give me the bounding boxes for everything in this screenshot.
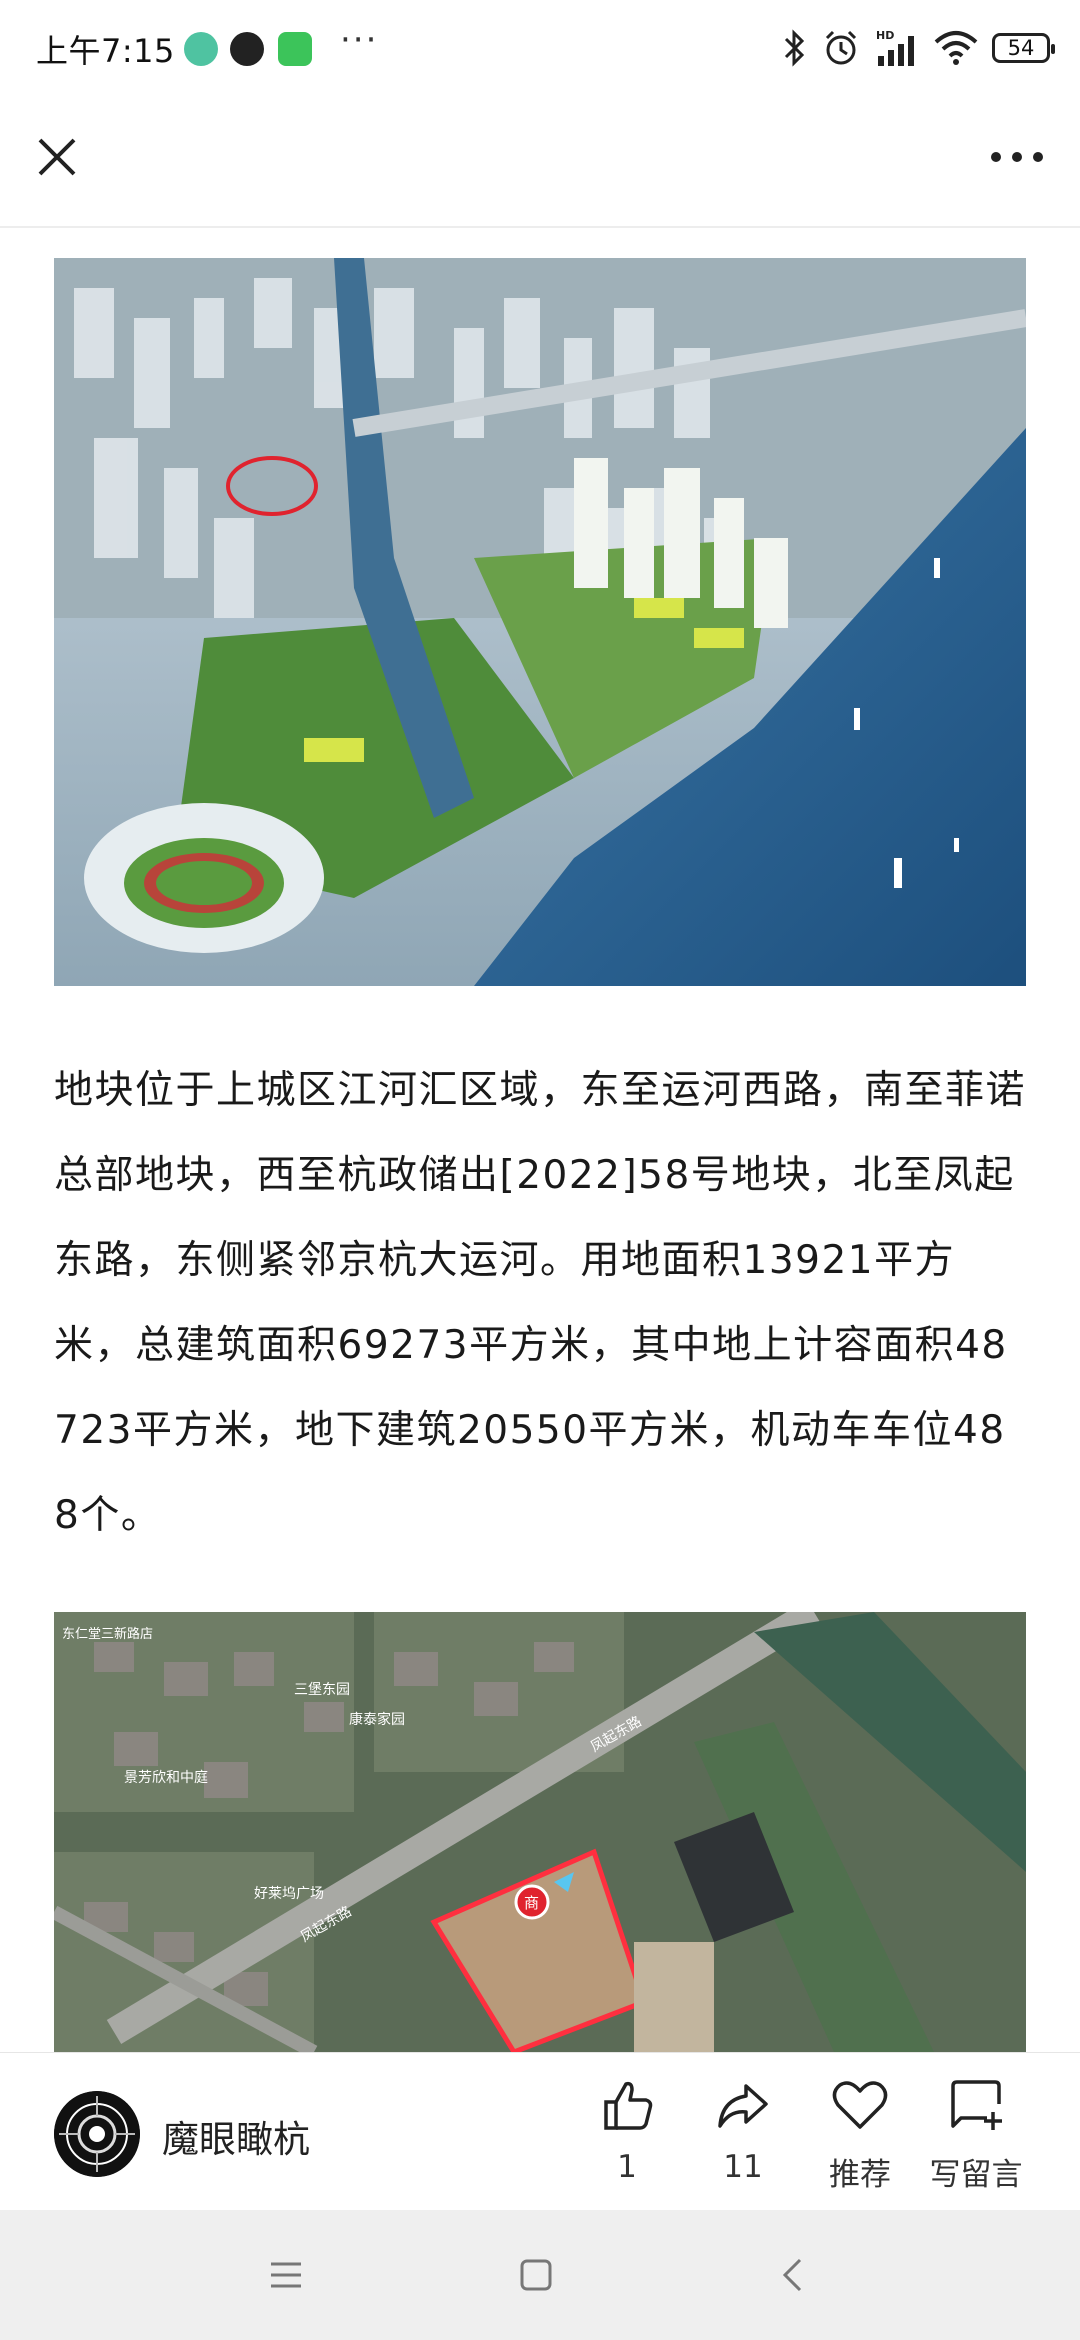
avatar-graphic (54, 2091, 140, 2177)
satellite-map-image[interactable]: 东仁堂三新路店 三堡东园 康泰家园 景芳欣和中庭 好莱坞广场 凤起东路 凤起东路… (54, 1612, 1026, 2052)
alarm-icon (825, 30, 857, 65)
status-more-indicator: ··· (340, 20, 379, 60)
share-count: 11 (723, 2149, 763, 2185)
aerial-rendering-graphic (54, 258, 1026, 986)
like-button[interactable]: 1 (572, 2075, 682, 2185)
map-label-poi2: 三堡东园 (294, 1681, 350, 1697)
battery-level: 54 (1007, 36, 1035, 60)
map-pin-label: 商 (524, 1895, 539, 1912)
svg-text:HD: HD (876, 29, 894, 42)
like-count: 1 (617, 2149, 637, 2185)
status-icons-right: HD 54 (782, 26, 1055, 70)
app-notification-icon (184, 32, 218, 66)
satellite-map-graphic: 东仁堂三新路店 三堡东园 康泰家园 景芳欣和中庭 好莱坞广场 凤起东路 凤起东路… (54, 1612, 1026, 2052)
recommend-label: 推荐 (829, 2157, 891, 2193)
home-square-icon (520, 2259, 552, 2291)
back-chevron-icon (782, 2258, 802, 2292)
share-forward-icon (718, 2084, 768, 2128)
recommend-button[interactable]: 推荐 (805, 2075, 915, 2194)
thumbs-up-icon (604, 2081, 653, 2130)
article-paragraph: 地块位于上城区江河汇区域，东至运河西路，南至菲诺总部地块，西至杭政储出[2022… (54, 1068, 1027, 1538)
back-button[interactable] (762, 2250, 822, 2300)
close-icon (38, 138, 76, 176)
heart-icon (832, 2081, 888, 2129)
write-comment-button[interactable]: 写留言 (921, 2075, 1031, 2194)
home-button[interactable] (506, 2250, 566, 2300)
system-navigation-bar (0, 2210, 1080, 2340)
aerial-rendering-image[interactable] (54, 258, 1026, 986)
commercial-pin-icon: 商 (514, 1884, 550, 1920)
more-horizontal-icon (991, 152, 1043, 162)
green-app-icon (278, 32, 312, 66)
top-nav-bar (0, 96, 1080, 228)
hd-signal-icon: HD (876, 29, 914, 66)
close-button[interactable] (28, 128, 86, 186)
author-avatar[interactable] (54, 2091, 140, 2177)
more-options-button[interactable] (982, 128, 1052, 186)
status-time: 上午7:15 (36, 32, 175, 70)
wifi-icon (934, 31, 978, 65)
write-comment-label: 写留言 (929, 2157, 1023, 2193)
menu-button[interactable] (256, 2250, 316, 2300)
status-bar: 上午7:15 ··· HD 54 (0, 0, 1080, 96)
comment-add-icon (951, 2080, 1002, 2130)
map-label-poi4: 景芳欣和中庭 (124, 1769, 208, 1785)
dark-app-icon (230, 32, 264, 66)
author-name[interactable]: 魔眼瞰杭 (162, 2109, 310, 2163)
map-label-poi3: 康泰家园 (349, 1711, 405, 1727)
bottom-action-bar: 魔眼瞰杭 1 11 推荐 写留言 (0, 2052, 1080, 2211)
map-label-poi1: 东仁堂三新路店 (62, 1626, 153, 1641)
battery-icon: 54 (992, 33, 1055, 63)
map-label-poi5: 好莱坞广场 (254, 1885, 324, 1901)
share-button[interactable]: 11 (688, 2075, 798, 2185)
bluetooth-icon (784, 29, 805, 67)
menu-icon (271, 2262, 301, 2288)
